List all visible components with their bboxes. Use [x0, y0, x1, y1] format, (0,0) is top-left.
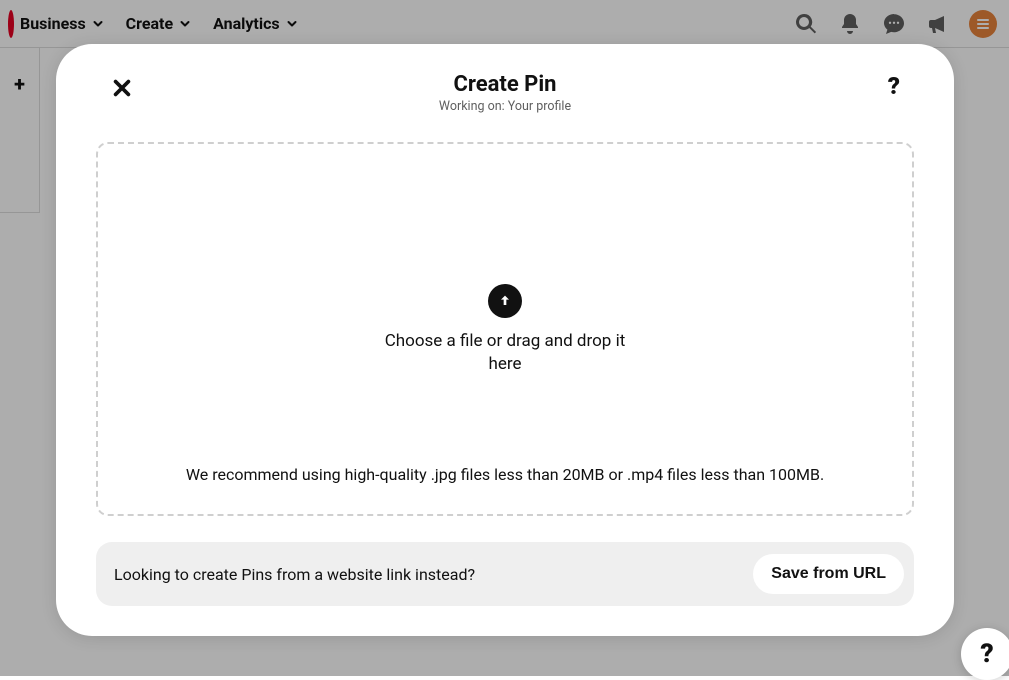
modal-help-button[interactable]: ? [880, 68, 908, 104]
upload-icon [488, 284, 522, 318]
close-button[interactable] [102, 68, 142, 108]
modal-title: Create Pin [439, 72, 571, 97]
create-pin-modal: Create Pin Working on: Your profile ? Ch… [56, 44, 954, 636]
modal-subtitle: Working on: Your profile [439, 99, 571, 114]
close-icon [111, 77, 133, 99]
upload-dropzone[interactable]: Choose a file or drag and drop it here W… [96, 142, 914, 516]
save-url-bar: Looking to create Pins from a website li… [96, 542, 914, 606]
modal-title-group: Create Pin Working on: Your profile [439, 72, 571, 114]
dropzone-center: Choose a file or drag and drop it here [98, 284, 912, 376]
help-icon: ? [980, 639, 993, 669]
save-url-prompt: Looking to create Pins from a website li… [114, 565, 741, 584]
dropzone-text: Choose a file or drag and drop it here [375, 330, 635, 376]
modal-header: Create Pin Working on: Your profile ? [96, 68, 914, 118]
dropzone-recommend-text: We recommend using high-quality .jpg fil… [98, 465, 912, 484]
floating-help-button[interactable]: ? [961, 628, 1009, 680]
help-icon: ? [888, 72, 900, 100]
save-from-url-button[interactable]: Save from URL [753, 554, 904, 594]
